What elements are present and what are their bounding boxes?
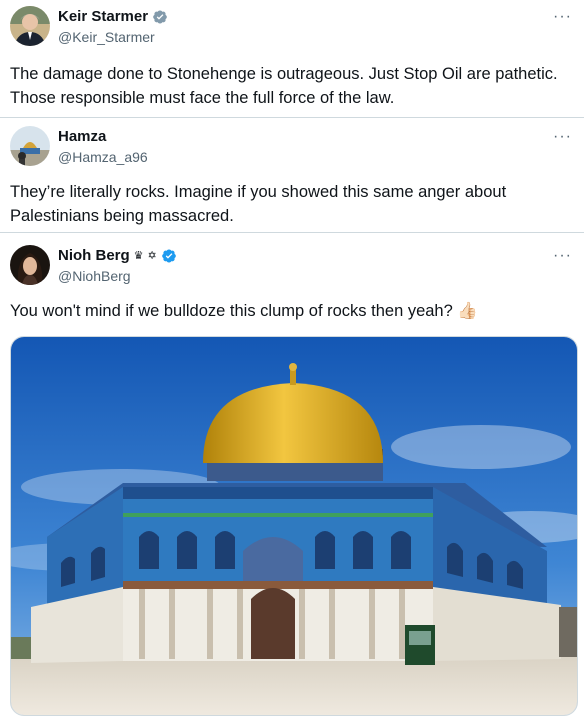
tweet-text: They’re literally rocks. Imagine if you … — [10, 183, 507, 225]
avatar[interactable] — [10, 245, 50, 285]
verified-blue-badge-icon — [161, 248, 177, 264]
star-of-david-emoji-icon: ✡ — [147, 250, 157, 262]
tweet-keir-starmer[interactable]: Keir Starmer @Keir_Starmer ··· The damag… — [0, 0, 584, 118]
tweet-text: You won't mind if we bulldoze this clump… — [10, 302, 478, 320]
display-name[interactable]: Nioh Berg — [58, 247, 130, 264]
tweet-media-photo[interactable] — [10, 336, 578, 716]
tweet-hamza[interactable]: Hamza @Hamza_a96 ··· They’re literally r… — [0, 118, 584, 232]
display-name[interactable]: Hamza — [58, 128, 106, 145]
user-handle[interactable]: @Hamza_a96 — [58, 149, 148, 165]
user-handle[interactable]: @NiohBerg — [58, 268, 131, 284]
more-options-icon[interactable]: ··· — [553, 9, 572, 25]
verified-gray-badge-icon — [152, 9, 168, 25]
display-name[interactable]: Keir Starmer — [58, 8, 148, 25]
avatar[interactable] — [10, 126, 50, 166]
crown-emoji-icon: ♛ — [133, 250, 144, 262]
avatar[interactable] — [10, 6, 50, 46]
tweet-text: The damage done to Stonehenge is outrage… — [10, 65, 558, 107]
more-options-icon[interactable]: ··· — [553, 129, 572, 145]
dome-photo-illustration — [11, 337, 577, 715]
more-options-icon[interactable]: ··· — [553, 248, 572, 264]
user-handle[interactable]: @Keir_Starmer — [58, 29, 155, 45]
